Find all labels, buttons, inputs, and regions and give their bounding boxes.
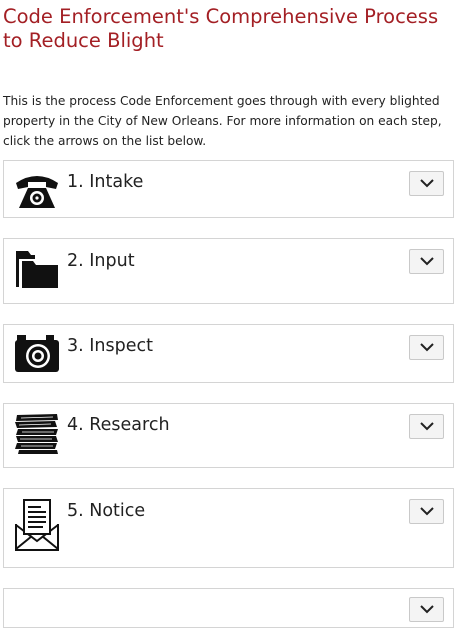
step-label: 4. Research bbox=[67, 415, 170, 435]
expand-button[interactable] bbox=[409, 335, 444, 360]
chevron-down-icon bbox=[419, 507, 434, 516]
expand-button[interactable] bbox=[409, 249, 444, 274]
step-notice[interactable]: 5. Notice bbox=[3, 488, 454, 568]
telephone-icon bbox=[13, 168, 61, 212]
expand-button[interactable] bbox=[409, 414, 444, 439]
letter-envelope-icon bbox=[13, 498, 61, 552]
chevron-down-icon bbox=[419, 605, 434, 614]
page-title: Code Enforcement's Comprehensive Process… bbox=[3, 5, 439, 52]
step-intake[interactable]: 1. Intake bbox=[3, 160, 454, 218]
chevron-down-icon bbox=[419, 257, 434, 266]
camera-icon bbox=[13, 332, 61, 376]
step-research[interactable]: 4. Research bbox=[3, 403, 454, 468]
paper-stack-icon bbox=[13, 411, 61, 455]
step-label: 2. Input bbox=[67, 251, 135, 271]
expand-button[interactable] bbox=[409, 499, 444, 524]
step-label: 5. Notice bbox=[67, 501, 146, 521]
step-next-partial[interactable] bbox=[3, 588, 454, 628]
expand-button[interactable] bbox=[409, 171, 444, 196]
chevron-down-icon bbox=[419, 343, 434, 352]
step-label: 3. Inspect bbox=[67, 336, 153, 356]
chevron-down-icon bbox=[419, 422, 434, 431]
step-inspect[interactable]: 3. Inspect bbox=[3, 324, 454, 383]
step-input[interactable]: 2. Input bbox=[3, 238, 454, 304]
step-label: 1. Intake bbox=[67, 172, 144, 192]
intro-text: This is the process Code Enforcement goe… bbox=[3, 94, 442, 148]
expand-button[interactable] bbox=[409, 597, 444, 622]
folder-icon bbox=[13, 247, 61, 291]
chevron-down-icon bbox=[419, 179, 434, 188]
